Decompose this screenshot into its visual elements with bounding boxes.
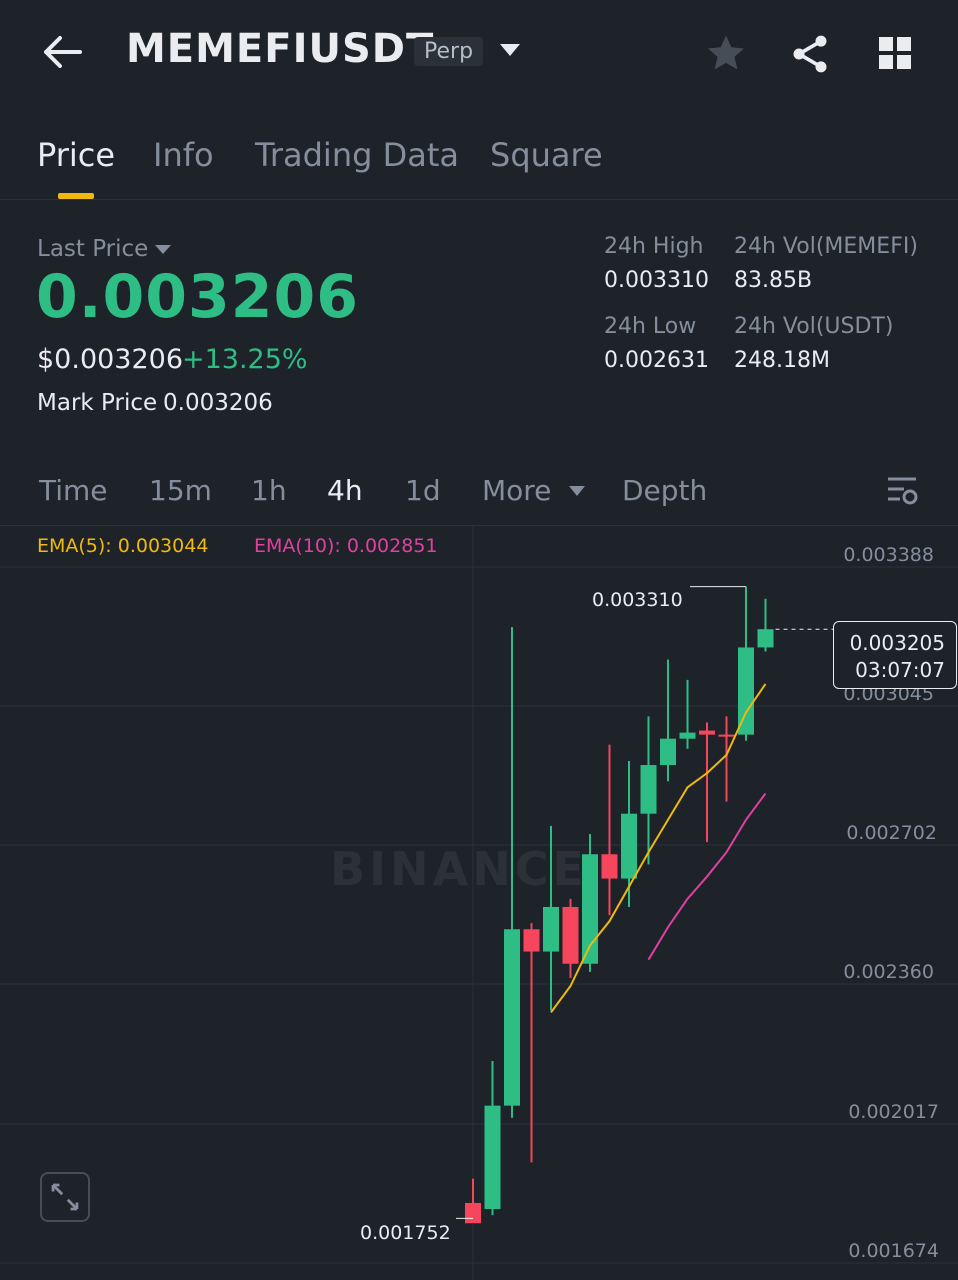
candle-body <box>484 1105 501 1210</box>
candlestick-chart[interactable] <box>0 526 958 1280</box>
tf-time[interactable]: Time <box>39 474 108 507</box>
share-icon[interactable] <box>788 32 832 76</box>
candle-body <box>523 929 540 952</box>
vol-base-value: 83.85B <box>734 268 813 293</box>
low-label: 24h Low <box>604 314 697 339</box>
high-value: 0.003310 <box>604 268 709 293</box>
candle-body <box>621 813 637 879</box>
chart-settings-icon[interactable] <box>886 475 918 507</box>
y-tick-label: 0.002017 <box>848 1101 939 1123</box>
tf-more[interactable]: More <box>482 474 551 507</box>
low-value: 0.002631 <box>604 348 709 373</box>
tab-price[interactable]: Price <box>37 136 115 174</box>
candle-body <box>640 765 657 814</box>
high-annotation: 0.003310 <box>592 589 683 611</box>
low-annotation: 0.001752 <box>360 1222 451 1244</box>
candle-body <box>699 730 715 735</box>
y-tick-label: 0.001674 <box>848 1240 939 1262</box>
chevron-down-icon[interactable] <box>500 44 520 56</box>
candle-body <box>543 906 559 952</box>
candle-body <box>660 738 676 766</box>
usd-price: $0.003206 <box>37 344 184 375</box>
candle-body <box>465 1202 481 1224</box>
high-label: 24h High <box>604 234 704 259</box>
tab-square[interactable]: Square <box>490 136 603 174</box>
candle-countdown: 03:07:07 <box>855 658 945 682</box>
y-tick-label: 0.002702 <box>846 822 937 844</box>
candle-body <box>738 647 754 735</box>
tf-4h[interactable]: 4h <box>327 474 363 507</box>
candle-body <box>718 734 735 737</box>
current-price-value: 0.003205 <box>849 631 945 655</box>
candle-body <box>679 732 696 739</box>
tf-1h[interactable]: 1h <box>251 474 287 507</box>
perp-badge: Perp <box>414 37 484 66</box>
tab-trading-data[interactable]: Trading Data <box>255 136 459 174</box>
symbol-title[interactable]: MEMEFIUSDT <box>126 26 434 72</box>
candle-body <box>504 929 520 1106</box>
caret-down-icon[interactable] <box>155 245 171 254</box>
vol-quote-value: 248.18M <box>734 348 830 373</box>
mark-price-label: Mark Price <box>37 390 158 416</box>
mark-price: 0.003206 <box>163 390 273 416</box>
back-arrow-icon[interactable] <box>40 30 84 74</box>
tf-1d[interactable]: 1d <box>405 474 441 507</box>
tf-depth[interactable]: Depth <box>622 474 707 507</box>
expand-icon[interactable] <box>40 1172 90 1222</box>
last-price: 0.003206 <box>36 262 360 332</box>
y-tick-label: 0.003388 <box>843 544 934 566</box>
vol-base-label: 24h Vol(MEMEFI) <box>734 234 918 259</box>
candle-body <box>757 629 774 648</box>
chevron-down-icon[interactable] <box>569 486 585 496</box>
tf-15m[interactable]: 15m <box>149 474 212 507</box>
last-price-label[interactable]: Last Price <box>37 236 148 262</box>
divider <box>0 199 958 200</box>
vol-quote-label: 24h Vol(USDT) <box>734 314 894 339</box>
tab-info[interactable]: Info <box>153 136 214 174</box>
candle-body <box>601 854 618 879</box>
grid-icon[interactable] <box>876 34 916 74</box>
change-percent: +13.25% <box>182 344 308 375</box>
candle-body <box>562 906 579 964</box>
y-tick-label: 0.002360 <box>843 961 934 983</box>
star-icon[interactable] <box>704 32 748 76</box>
